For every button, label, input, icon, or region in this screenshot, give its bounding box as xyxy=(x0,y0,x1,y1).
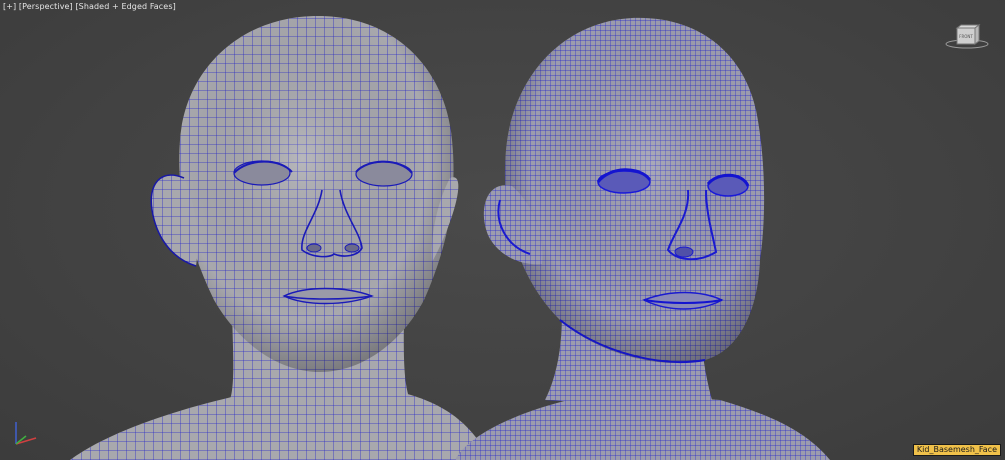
axis-tripod-icon xyxy=(6,416,46,452)
shading-mode-menu[interactable]: [Shaded + Edged Faces] xyxy=(75,2,175,11)
3d-viewport[interactable]: [+] [Perspective] [Shaded + Edged Faces]… xyxy=(0,0,1005,460)
viewport-label[interactable]: [+] [Perspective] [Shaded + Edged Faces] xyxy=(3,2,176,11)
view-type-menu[interactable]: [Perspective] xyxy=(19,2,73,11)
viewcube-face-label: FRONT xyxy=(959,34,973,39)
viewport-menu-button[interactable]: [+] xyxy=(3,2,16,11)
left-head-mesh[interactable] xyxy=(70,16,490,460)
mesh-scene[interactable] xyxy=(0,0,1005,460)
viewcube-icon[interactable]: FRONT xyxy=(945,22,989,50)
selected-object-label: Kid_Basemesh_Face xyxy=(912,444,1001,456)
right-head-mesh[interactable] xyxy=(455,17,830,460)
